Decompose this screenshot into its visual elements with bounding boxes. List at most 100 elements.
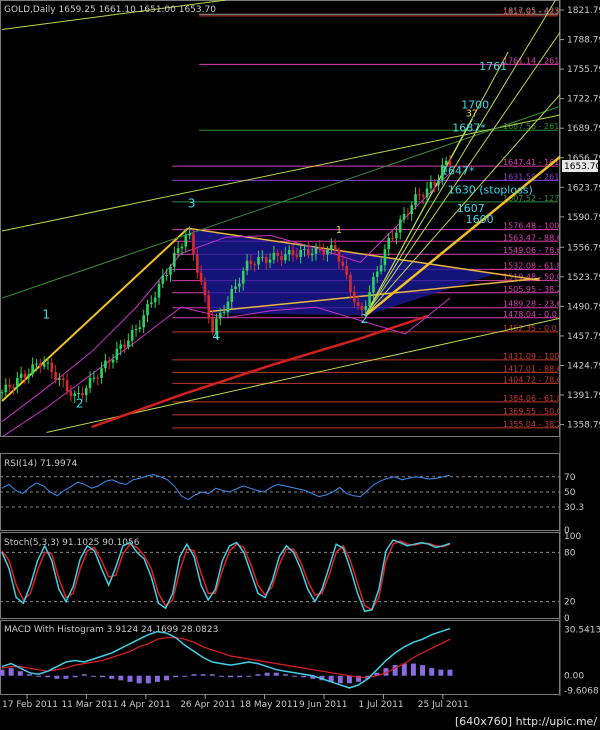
macd-hist-bar-21 — [191, 674, 197, 676]
macd-hist-bar-2 — [17, 671, 23, 676]
macd-hist-bar-28 — [255, 674, 261, 676]
price-tick-label-1: 1788.79 — [567, 36, 600, 46]
candle-body-91 — [349, 274, 352, 292]
macd-hist-bar-5 — [45, 675, 51, 678]
candle-body-96 — [368, 292, 371, 307]
candle-body-26 — [100, 368, 103, 379]
macd-hist-bar-12 — [109, 675, 115, 679]
date-tick-label-0: 17 Feb 2011 — [2, 700, 58, 710]
macd-hist-bar-46 — [420, 665, 426, 676]
macd-hist-bar-45 — [410, 663, 416, 676]
candle-body-54 — [207, 295, 211, 318]
price-tick-label-2: 1755.79 — [567, 65, 600, 75]
target-label-4: 1630 (stoploss) — [448, 183, 533, 196]
target-label-3: 1647* — [441, 165, 475, 178]
candle-body-75 — [287, 249, 291, 255]
candle-body-25 — [96, 377, 100, 379]
stoch-title: Stoch(5,3,3) 91.1025 90.1056 — [4, 538, 140, 548]
macd-hist-bar-18 — [164, 675, 170, 681]
date-tick-label-2: 4 Apr 2011 — [121, 700, 171, 710]
candle-body-38 — [146, 303, 149, 316]
macd-hist-bar-44 — [401, 663, 407, 676]
fib-label-8: 1563.47 - 88.6 — [503, 233, 562, 242]
wave-label-2: 3 — [188, 197, 196, 211]
rsi-tick-2: 30.3 — [564, 503, 584, 513]
macd-hist-bar-8 — [72, 675, 78, 678]
macd-hist-bar-4 — [36, 675, 42, 677]
price-tick-label-4: 1689.79 — [567, 124, 600, 134]
candle-body-87 — [333, 244, 337, 251]
fib-label-17: 1417.01 - 88.6 — [503, 364, 562, 373]
candle-body-105 — [402, 214, 406, 220]
price-tick-label-9: 1523.79 — [567, 273, 600, 283]
macd-hist-bar-6 — [54, 675, 60, 679]
macd-hist-bar-13 — [118, 675, 124, 681]
fib-label-1: 1815.33 - 423.6 — [503, 8, 567, 17]
macd-hist-bar-23 — [209, 674, 215, 676]
candle-body-110 — [421, 195, 425, 197]
fib-label-2: 1761.14 - 261.8 — [503, 56, 567, 65]
candle-body-106 — [406, 214, 410, 216]
date-tick-label-4: 18 May 2011 — [240, 700, 299, 710]
price-tick-label-8: 1556.79 — [567, 243, 600, 253]
macd-hist-bar-49 — [447, 669, 453, 676]
candle-body-109 — [418, 194, 421, 196]
candle-body-42 — [161, 275, 165, 284]
candle-body-34 — [130, 330, 134, 341]
candle-body-86 — [329, 244, 333, 250]
candle-body-69 — [264, 256, 268, 263]
rsi-tick-1: 50 — [564, 488, 576, 498]
candle-body-82 — [314, 246, 318, 254]
date-tick-label-7: 25 Jul 2011 — [418, 700, 469, 710]
candle-body-101 — [387, 238, 391, 250]
macd-hist-bar-31 — [282, 674, 288, 676]
candle-body-94 — [360, 305, 364, 311]
candle-body-33 — [127, 340, 130, 347]
candle-body-51 — [195, 253, 199, 273]
target-label-2: 1687* — [452, 122, 486, 135]
macd-tick-0: 30.5413 — [564, 625, 600, 635]
candle-body-102 — [391, 238, 394, 240]
fib-label-21: 1355.04 - 38.2 — [503, 420, 562, 429]
candle-body-71 — [272, 252, 276, 260]
candle-body-77 — [295, 255, 299, 257]
candle-body-2 — [8, 384, 11, 388]
candle-body-74 — [284, 254, 287, 261]
target-label-1: 1700 — [461, 98, 489, 111]
price-tick-label-12: 1424.79 — [567, 361, 600, 371]
candle-body-63 — [241, 270, 245, 284]
candle-body-50 — [192, 233, 195, 254]
candle-body-35 — [134, 329, 138, 331]
date-axis: 17 Feb 2011 11 Mar 2011 4 Apr 2011 26 Apr 2… — [2, 694, 469, 710]
candle-body-48 — [184, 235, 188, 247]
candle-body-67 — [257, 257, 260, 265]
candle-body-76 — [291, 249, 295, 256]
macd-hist-bar-1 — [8, 668, 14, 676]
candle-body-39 — [150, 302, 153, 304]
fib-label-12: 1505.95 - 38.2 — [503, 285, 562, 294]
macd-hist-bar-27 — [246, 675, 252, 677]
candle-body-14 — [54, 371, 57, 381]
candle-body-113 — [433, 182, 436, 186]
fib-label-19: 1384.06 - 61.8 — [503, 394, 562, 403]
candle-body-107 — [410, 205, 414, 215]
price-axis: 1821.791788.791755.791722.791689.791656.… — [560, 6, 600, 431]
candle-body-97 — [372, 276, 375, 293]
candle-body-4 — [16, 378, 19, 388]
candle-body-29 — [111, 359, 115, 363]
footer-watermark: [640x760] http://upic.me/ — [455, 715, 597, 728]
candle-body-1 — [4, 384, 8, 393]
macd-hist-bar-48 — [438, 669, 444, 676]
stoch-tick-3: 0 — [564, 614, 570, 624]
target-label-6: 1600 — [466, 213, 494, 226]
candle-body-95 — [364, 306, 368, 311]
candle-body-100 — [383, 249, 387, 266]
candle-body-40 — [153, 297, 157, 303]
candle-body-83 — [318, 246, 322, 250]
stoch-tick-2: 20 — [564, 598, 576, 608]
macd-hist-bar-10 — [90, 675, 96, 677]
candle-body-28 — [107, 360, 111, 363]
current-price-label: 1653.70 — [564, 162, 600, 172]
price-tick-label-10: 1490.79 — [567, 302, 600, 312]
candle-body-41 — [157, 283, 161, 298]
